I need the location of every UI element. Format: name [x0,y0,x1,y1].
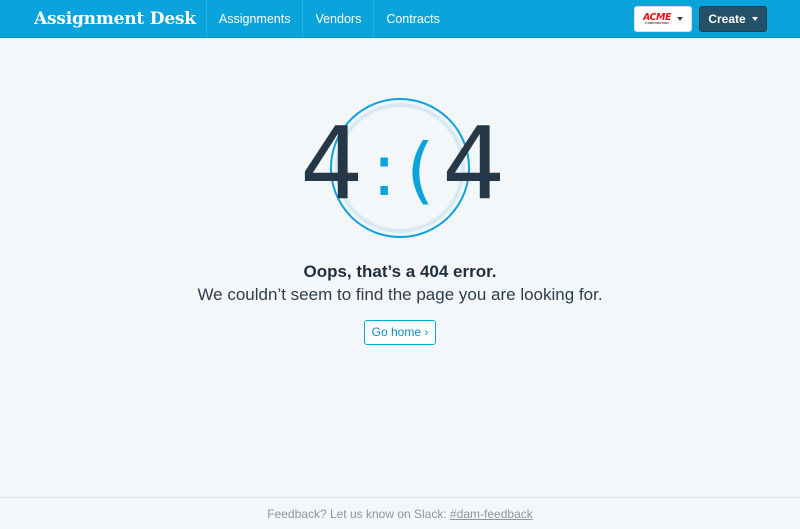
chevron-down-icon [751,17,758,21]
acme-logo-subtext: CORPORATION [645,21,669,26]
acme-logo: ACME CORPORATION [643,13,671,26]
digit-left: 4 [300,105,364,222]
error-title: Oops, that’s a 404 error. [303,262,497,281]
create-button-label: Create [708,12,746,26]
feedback-footer: Feedback? Let us know on Slack: #dam-fee… [0,497,800,529]
error-404-graphic: 4 :( 4 [300,98,506,238]
chevron-down-icon [676,17,683,21]
top-navbar: Assignment Desk Assignments Vendors Cont… [0,0,800,38]
sad-face: :( [372,128,445,212]
error-subtitle: We couldn’t seem to find the page you ar… [197,285,603,304]
slack-channel-link[interactable]: #dam-feedback [450,507,533,521]
go-home-button[interactable]: Go home › [364,320,436,345]
nav-assignments[interactable]: Assignments [205,0,303,38]
digit-right: 4 [442,105,506,222]
navbar-actions: ACME CORPORATION Create [634,6,767,32]
nav-contracts[interactable]: Contracts [373,0,452,38]
brand-logo[interactable]: Assignment Desk [0,0,206,38]
footer-text: Feedback? Let us know on Slack: [267,507,451,521]
organization-switcher[interactable]: ACME CORPORATION [634,6,692,32]
nav-vendors[interactable]: Vendors [302,0,373,38]
create-button[interactable]: Create [699,6,767,32]
